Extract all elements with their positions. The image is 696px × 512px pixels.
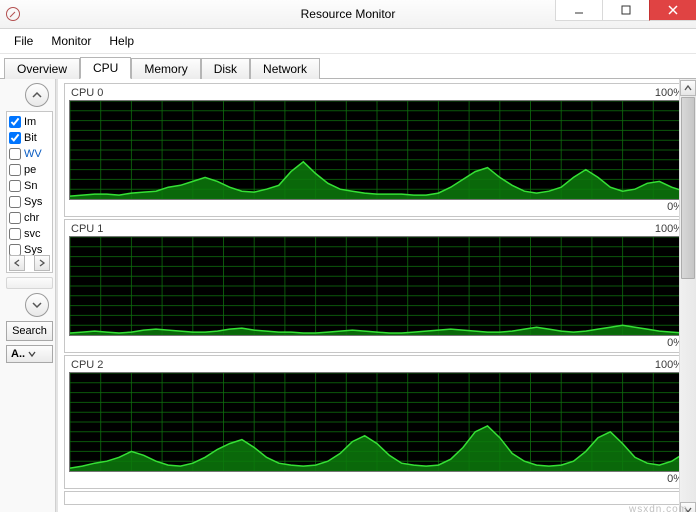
menu-help[interactable]: Help	[101, 32, 142, 50]
process-checkbox[interactable]	[9, 132, 21, 144]
tab-memory[interactable]: Memory	[131, 58, 200, 79]
sidebar: Im Bit WV pe Sn	[0, 79, 56, 512]
process-label: chr	[24, 212, 39, 224]
associated-label: A..	[11, 348, 25, 360]
process-checkbox[interactable]	[9, 228, 21, 240]
chart-title: CPU 1	[71, 223, 103, 235]
menu-monitor[interactable]: Monitor	[43, 32, 99, 50]
close-button[interactable]	[649, 0, 696, 21]
process-list[interactable]: Im Bit WV pe Sn	[6, 111, 53, 273]
app-icon	[6, 7, 20, 21]
scroll-thumb[interactable]	[681, 97, 695, 279]
process-checkbox[interactable]	[9, 164, 21, 176]
process-row[interactable]: Sys	[9, 194, 50, 210]
process-checkbox[interactable]	[9, 212, 21, 224]
process-label: Sys	[24, 196, 42, 208]
scroll-left-button[interactable]	[9, 255, 25, 271]
sidebar-divider	[6, 277, 53, 289]
process-list-hscroll[interactable]	[9, 255, 50, 270]
menu-file[interactable]: File	[6, 32, 41, 50]
process-row[interactable]: Sn	[9, 178, 50, 194]
process-row[interactable]: Im	[9, 114, 50, 130]
menubar: File Monitor Help	[0, 29, 696, 54]
process-checkbox[interactable]	[9, 148, 21, 160]
tabs: Overview CPU Memory Disk Network	[0, 54, 696, 79]
charts-vscroll[interactable]	[679, 79, 696, 512]
cpu0-plot	[69, 100, 685, 200]
process-row[interactable]: Bit	[9, 130, 50, 146]
scroll-up-button[interactable]	[680, 80, 696, 96]
process-row[interactable]: WV	[9, 146, 50, 162]
process-row[interactable]: pe	[9, 162, 50, 178]
process-label: WV	[24, 148, 42, 160]
charts-panel: CPU 0 100% 0% CPU 1 100% 0% CPU 2 100%	[58, 79, 696, 512]
process-label: Bit	[24, 132, 37, 144]
process-label: Im	[24, 116, 36, 128]
chart-title: CPU 0	[71, 87, 103, 99]
associated-handles-button[interactable]: A..	[6, 345, 53, 363]
process-list-body: Im Bit WV pe Sn	[7, 112, 52, 260]
chevron-down-icon	[28, 350, 36, 358]
process-row[interactable]: chr	[9, 210, 50, 226]
process-checkbox[interactable]	[9, 196, 21, 208]
collapse-up-button[interactable]	[25, 83, 49, 107]
cpu1-plot	[69, 236, 685, 336]
tab-disk[interactable]: Disk	[201, 58, 250, 79]
search-handles-button[interactable]: Search	[6, 321, 53, 341]
watermark: wsxdn.com	[629, 504, 688, 512]
process-row[interactable]: svc	[9, 226, 50, 242]
tab-overview[interactable]: Overview	[4, 58, 80, 79]
titlebar: Resource Monitor	[0, 0, 696, 29]
process-checkbox[interactable]	[9, 180, 21, 192]
cpu0-chart: CPU 0 100% 0%	[64, 83, 690, 217]
scroll-right-button[interactable]	[34, 255, 50, 271]
process-label: pe	[24, 164, 36, 176]
chart-title: CPU 2	[71, 359, 103, 371]
tab-cpu[interactable]: CPU	[80, 57, 131, 79]
process-label: svc	[24, 228, 41, 240]
tab-network[interactable]: Network	[250, 58, 320, 79]
cpu2-plot	[69, 372, 685, 472]
collapse-down-button[interactable]	[25, 293, 49, 317]
window-title: Resource Monitor	[301, 7, 396, 21]
cpu3-chart-truncated: CPU 3	[64, 491, 690, 505]
cpu2-chart: CPU 2 100% 0%	[64, 355, 690, 489]
process-checkbox[interactable]	[9, 116, 21, 128]
cpu1-chart: CPU 1 100% 0%	[64, 219, 690, 353]
maximize-button[interactable]	[602, 0, 649, 21]
process-label: Sn	[24, 180, 37, 192]
window-controls	[555, 0, 696, 20]
body: Im Bit WV pe Sn	[0, 79, 696, 512]
minimize-button[interactable]	[555, 0, 602, 21]
